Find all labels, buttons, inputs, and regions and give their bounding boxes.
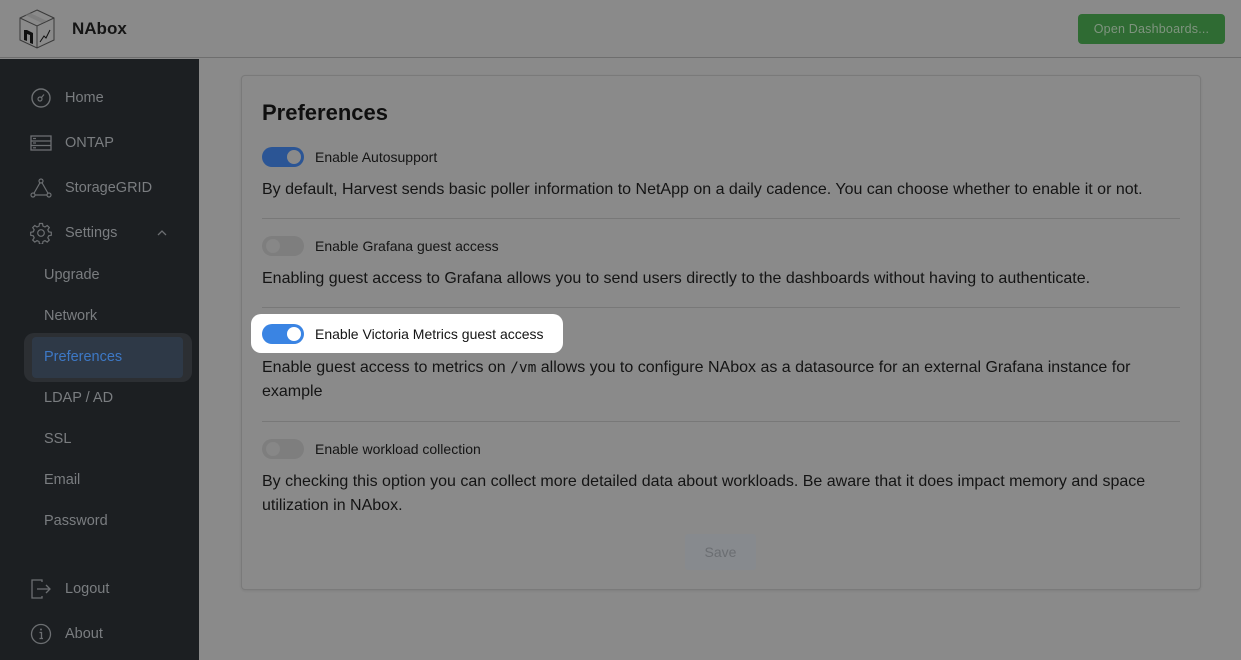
sidebar-subitem-ssl[interactable]: SSL [44, 431, 71, 447]
nabox-logo-icon [19, 9, 55, 49]
divider [262, 218, 1180, 219]
toggle-label: Enable workload collection [315, 441, 481, 457]
save-button[interactable]: Save [685, 534, 756, 570]
sidebar-subitem-email[interactable]: Email [44, 472, 80, 488]
sidebar: Home ONTAP StorageGRID Settings Upgrade … [0, 59, 199, 660]
victoria-metrics-guest-toggle[interactable] [262, 324, 304, 344]
toggle-label: Enable Victoria Metrics guest access [315, 326, 544, 342]
highlighted-victoria-metrics-row: Enable Victoria Metrics guest access [251, 314, 563, 353]
sidebar-item-ontap[interactable]: ONTAP [0, 123, 199, 163]
gauge-icon [31, 88, 51, 108]
autosupport-toggle[interactable] [262, 147, 304, 167]
sidebar-item-label: About [65, 626, 103, 642]
sidebar-subitem-label: Preferences [44, 349, 123, 365]
pref-description: Enabling guest access to Grafana allows … [262, 270, 1091, 287]
sidebar-item-label: Logout [65, 581, 110, 597]
sidebar-item-about[interactable]: About [0, 614, 199, 654]
sidebar-item-storagegrid[interactable]: StorageGRID [0, 168, 199, 208]
pref-description: By checking this option you can collect … [262, 473, 1146, 514]
logout-icon [31, 579, 51, 599]
toggle-knob [266, 239, 280, 253]
sidebar-subitem-preferences[interactable]: Preferences [24, 333, 192, 382]
sidebar-item-settings[interactable]: Settings [0, 213, 199, 253]
workload-collection-toggle[interactable] [262, 439, 304, 459]
top-header: NAbox Open Dashboards... [0, 0, 1241, 58]
sidebar-item-logout[interactable]: Logout [0, 569, 199, 609]
gear-icon [30, 222, 52, 244]
pref-description: Enable guest access to metrics on /vm al… [262, 356, 1180, 404]
sidebar-item-label: ONTAP [65, 135, 114, 151]
sidebar-subitem-upgrade[interactable]: Upgrade [44, 267, 100, 283]
grafana-guest-toggle[interactable] [262, 236, 304, 256]
page-title: Preferences [262, 100, 388, 125]
divider [262, 307, 1180, 308]
toggle-label: Enable Grafana guest access [315, 238, 499, 254]
toggle-label: Enable Autosupport [315, 149, 438, 165]
sidebar-item-label: Home [65, 90, 104, 106]
sidebar-subitem-ldap[interactable]: LDAP / AD [44, 390, 113, 406]
sidebar-subitem-password[interactable]: Password [44, 513, 108, 529]
toggle-knob [287, 327, 301, 341]
server-icon [30, 135, 52, 151]
active-item-highlight: Preferences [32, 337, 183, 378]
toggle-knob [266, 442, 280, 456]
desc-text: Enable guest access to metrics on [262, 359, 511, 376]
pref-description: By default, Harvest sends basic poller i… [262, 181, 1143, 198]
triangle-nodes-icon [30, 178, 52, 198]
app-name: NAbox [72, 19, 127, 38]
sidebar-item-label: StorageGRID [65, 180, 153, 196]
sidebar-subitem-network[interactable]: Network [44, 308, 97, 324]
sidebar-item-label: Settings [65, 225, 118, 241]
info-icon [30, 623, 52, 645]
sidebar-item-home[interactable]: Home [0, 78, 199, 118]
open-dashboards-button[interactable]: Open Dashboards... [1078, 14, 1225, 44]
toggle-knob [287, 150, 301, 164]
divider [262, 421, 1180, 422]
chevron-up-icon[interactable] [155, 226, 169, 240]
vm-path-code: /vm [510, 360, 537, 376]
